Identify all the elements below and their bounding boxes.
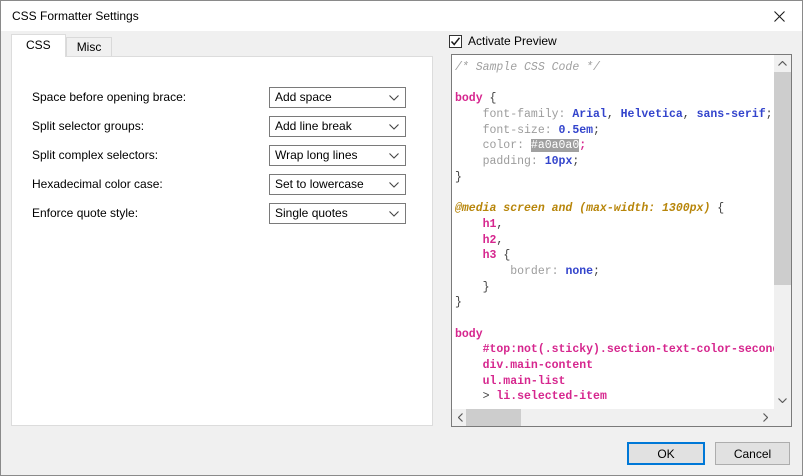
activate-preview-label: Activate Preview xyxy=(468,34,557,48)
code-line: #top:not(.sticky).section-text-color-sec… xyxy=(455,342,774,358)
form-row: Split complex selectors: Wrap long lines xyxy=(32,145,422,166)
close-button[interactable] xyxy=(756,1,802,31)
dropdown-selected-value: Add line break xyxy=(275,117,352,136)
form-row: Hexadecimal color case: Set to lowercase xyxy=(32,174,422,195)
code-line xyxy=(455,76,774,92)
code-line: font-family: Arial, Helvetica, sans-seri… xyxy=(455,107,774,123)
code-line: } xyxy=(455,280,774,296)
code-line xyxy=(455,186,774,202)
chevron-down-icon xyxy=(778,398,787,403)
title-bar: CSS Formatter Settings xyxy=(1,1,802,31)
dropdown-selected-value: Wrap long lines xyxy=(275,146,358,165)
form-row-dropdown[interactable]: Add space xyxy=(269,87,406,108)
form-row-label: Hexadecimal color case: xyxy=(32,174,163,195)
tab-bar: CSS Misc xyxy=(11,34,112,57)
code-line: color: #a0a0a0; xyxy=(455,138,774,154)
css-tab-panel: Space before opening brace: Add space Sp… xyxy=(11,56,433,426)
form-row-dropdown[interactable]: Add line break xyxy=(269,116,406,137)
dropdown-selected-value: Add space xyxy=(275,88,332,107)
form-row-label: Split selector groups: xyxy=(32,116,144,137)
activate-preview-checkbox[interactable]: Activate Preview xyxy=(449,33,557,49)
scrollbar-corner xyxy=(774,409,791,426)
close-icon xyxy=(774,11,785,22)
horizontal-scroll-thumb[interactable] xyxy=(466,409,521,426)
chevron-down-icon xyxy=(389,153,399,159)
chevron-right-icon xyxy=(763,413,768,422)
scroll-down-button[interactable] xyxy=(774,392,791,409)
chevron-down-icon xyxy=(389,211,399,217)
vertical-scrollbar[interactable] xyxy=(774,55,791,409)
ok-button[interactable]: OK xyxy=(627,442,705,465)
code-line: /* Sample CSS Code */ xyxy=(455,60,774,76)
code-line: > li.selected-item xyxy=(455,389,774,405)
code-line: @media screen and (max-width: 1300px) { xyxy=(455,201,774,217)
code-line: ul.main-list xyxy=(455,374,774,390)
code-line: padding: 10px; xyxy=(455,154,774,170)
check-icon xyxy=(450,36,461,47)
scroll-up-button[interactable] xyxy=(774,55,791,72)
form-row: Split selector groups: Add line break xyxy=(32,116,422,137)
chevron-down-icon xyxy=(389,95,399,101)
horizontal-scrollbar[interactable] xyxy=(452,409,774,426)
chevron-left-icon xyxy=(458,413,463,422)
form-row-label: Enforce quote style: xyxy=(32,203,138,224)
code-content: /* Sample CSS Code */ body { font-family… xyxy=(452,55,774,409)
dropdown-selected-value: Single quotes xyxy=(275,204,348,223)
code-line: } xyxy=(455,295,774,311)
scroll-right-button[interactable] xyxy=(757,409,774,426)
tab-css[interactable]: CSS xyxy=(11,34,66,57)
code-line: font-size: 0.5em; xyxy=(455,123,774,139)
code-line xyxy=(455,311,774,327)
form-row-dropdown[interactable]: Wrap long lines xyxy=(269,145,406,166)
form-row: Enforce quote style: Single quotes xyxy=(32,203,422,224)
tab-label: CSS xyxy=(26,38,51,52)
form-row-label: Split complex selectors: xyxy=(32,145,158,166)
form-row-dropdown[interactable]: Set to lowercase xyxy=(269,174,406,195)
form-row-dropdown[interactable]: Single quotes xyxy=(269,203,406,224)
chevron-down-icon xyxy=(389,182,399,188)
code-line: div.main-content xyxy=(455,358,774,374)
form-row-label: Space before opening brace: xyxy=(32,87,186,108)
code-line: border: none; xyxy=(455,264,774,280)
vertical-scroll-thumb[interactable] xyxy=(774,72,791,285)
chevron-up-icon xyxy=(778,61,787,66)
form-row: Space before opening brace: Add space xyxy=(32,87,422,108)
window-title: CSS Formatter Settings xyxy=(12,1,139,31)
code-line: h1, xyxy=(455,217,774,233)
css-formatter-settings-dialog: CSS Formatter Settings CSS Misc Space be… xyxy=(0,0,803,476)
checkbox-box[interactable] xyxy=(449,35,462,48)
chevron-down-icon xyxy=(389,124,399,130)
code-line: body xyxy=(455,327,774,343)
cancel-button[interactable]: Cancel xyxy=(715,442,790,465)
css-preview-pane: /* Sample CSS Code */ body { font-family… xyxy=(451,54,792,427)
tab-misc[interactable]: Misc xyxy=(66,37,113,56)
dropdown-selected-value: Set to lowercase xyxy=(275,175,364,194)
code-line: body { xyxy=(455,91,774,107)
code-line: } xyxy=(455,170,774,186)
code-line: h2, xyxy=(455,233,774,249)
tab-label: Misc xyxy=(77,40,102,54)
code-line: h3 { xyxy=(455,248,774,264)
